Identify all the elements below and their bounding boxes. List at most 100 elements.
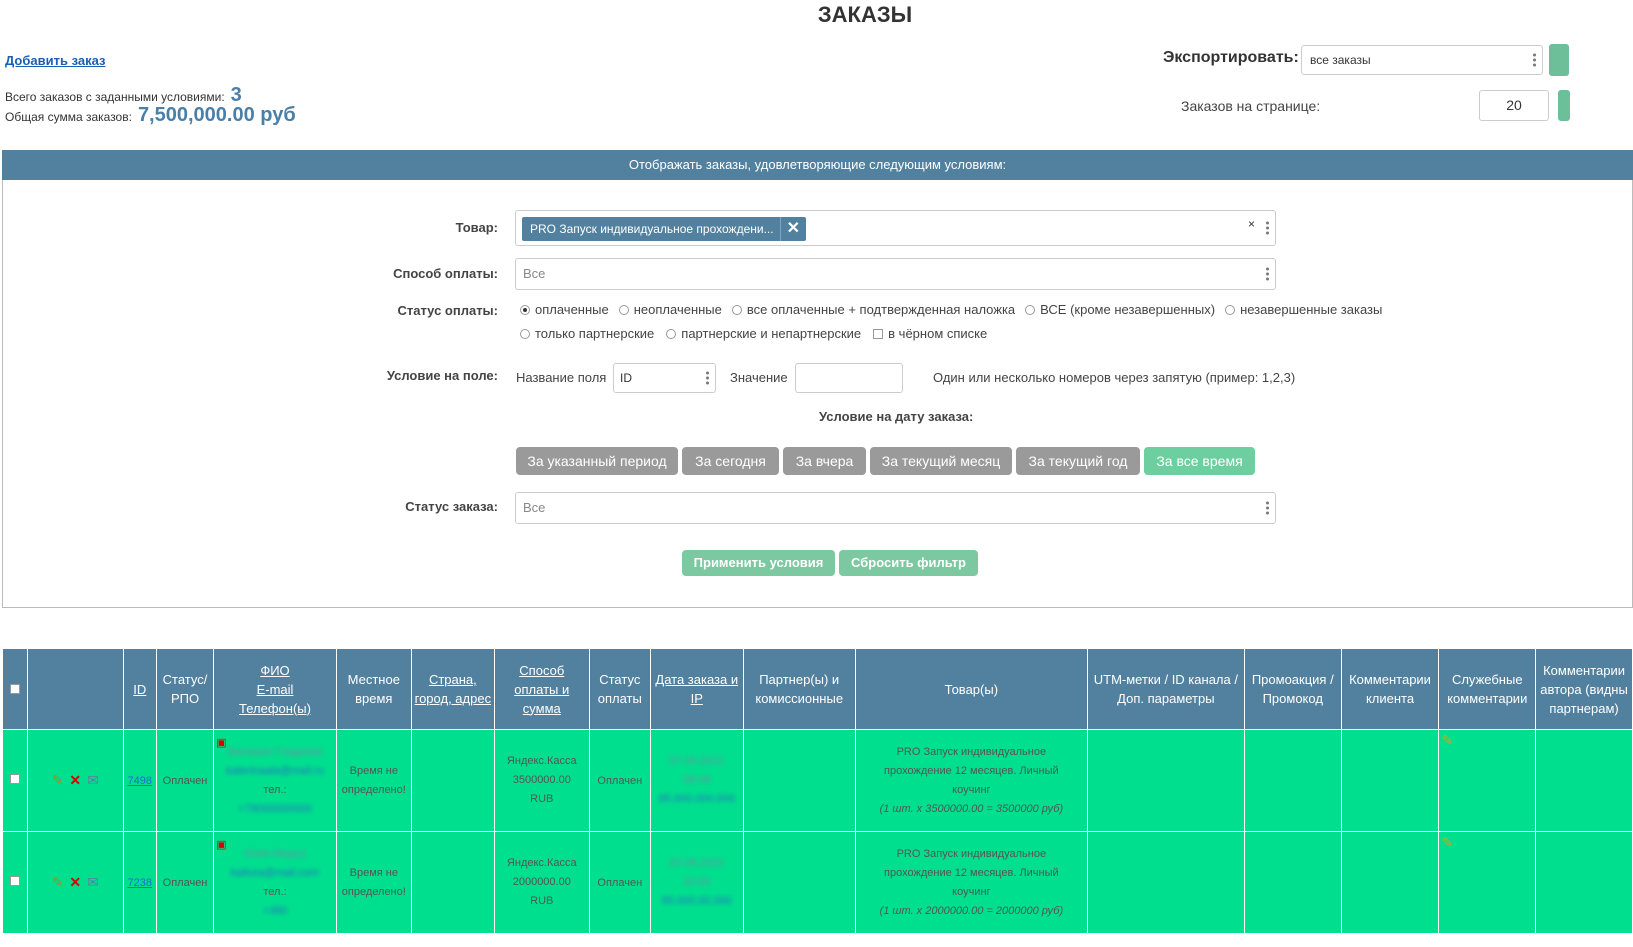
edit-pencil-icon[interactable]: ✎ [52, 772, 64, 789]
radio-unpaid[interactable]: неоплаченные [618, 302, 722, 317]
client-email-link[interactable]: kaltura@mail.com [216, 864, 334, 883]
blacklist-checkbox[interactable]: в чёрном списке [873, 326, 987, 341]
date-month-button[interactable]: За текущий месяц [870, 447, 1012, 475]
sort-country-link[interactable]: Страна, город, адрес [415, 672, 491, 706]
delete-icon[interactable]: ✕ [69, 874, 81, 891]
sort-email-link[interactable]: E-mail [257, 682, 294, 697]
row-utm-cell [1086, 831, 1245, 934]
product-select[interactable]: PRO Запуск индивидуальное прохождени... … [515, 210, 1276, 246]
radio-button[interactable] [1225, 304, 1236, 315]
orders-sum-label: Общая сумма заказов: [5, 110, 132, 124]
sort-fio-link[interactable]: ФИО [260, 663, 289, 678]
per-page-apply-button[interactable] [1558, 90, 1570, 121]
row-pay-status-cell: Оплачен [588, 729, 651, 832]
date-today-button[interactable]: За сегодня [682, 447, 779, 475]
radio-button[interactable] [618, 304, 629, 315]
date-period-button[interactable]: За указанный период [516, 447, 678, 475]
radio-partner-only[interactable]: только партнерские [520, 326, 654, 341]
row-partner-cell [742, 729, 856, 832]
order-ip-link[interactable]: 95.000.000.000 [653, 790, 741, 809]
radio-button[interactable] [666, 328, 677, 339]
order-id-link[interactable]: 7498 [128, 775, 152, 787]
row-date-cell: 07.09.2021 08:08 95.000.000.000 [649, 729, 744, 832]
export-select[interactable]: все заказы [1301, 45, 1543, 75]
delete-icon[interactable]: ✕ [69, 772, 81, 789]
apply-conditions-button[interactable]: Применить условия [682, 550, 835, 576]
radio-unfinished[interactable]: незавершенные заказы [1225, 302, 1382, 317]
client-phone[interactable]: +79000000000 [216, 800, 334, 819]
payment-header[interactable]: Способ оплаты и сумма [493, 648, 590, 730]
order-date: 20.08.2021 [669, 857, 725, 869]
radio-partner-and-non[interactable]: партнерские и непартнерские [666, 326, 861, 341]
select-arrow-icon [1533, 53, 1536, 67]
row-promo-cell [1243, 831, 1342, 934]
row-pay-status-cell: Оплачен [588, 831, 651, 934]
payment-method-select[interactable]: Все [515, 258, 1276, 290]
sort-date-link[interactable]: Дата заказа и IP [655, 672, 738, 706]
reset-filter-button[interactable]: Сбросить фильтр [839, 550, 978, 576]
date-header[interactable]: Дата заказа и IP [649, 648, 744, 730]
goods-name: PRO Запуск индивидуальное прохождение 12… [884, 745, 1059, 796]
payment-currency: RUB [530, 793, 554, 805]
payment-method-label: Способ оплаты: [393, 266, 498, 281]
row-checkbox[interactable] [9, 774, 20, 784]
radio-label: только партнерские [535, 326, 655, 341]
table-row: ✎ ✕ ✉ 7238 Оплачен ▣ Юлія Мороз kaltura@ma… [2, 831, 1633, 934]
client-email-link[interactable]: katerinaala@mail.ru [216, 762, 334, 781]
radio-all-except-unfinished[interactable]: ВСЕ (кроме незавершенных) [1025, 302, 1215, 317]
note-icon[interactable]: ✎ [1441, 834, 1453, 850]
export-button[interactable] [1549, 44, 1569, 76]
client-phone[interactable]: +380 [216, 902, 334, 921]
row-service-comments-cell: ✎ [1438, 729, 1537, 832]
value-input[interactable] [795, 363, 903, 393]
partner-header: Партнер(ы) и комиссионные [742, 648, 856, 730]
export-select-value: все заказы [1310, 53, 1371, 67]
country-header[interactable]: Страна, город, адрес [410, 648, 495, 730]
row-id-cell: 7238 [122, 831, 157, 934]
note-icon[interactable]: ✎ [1441, 732, 1453, 748]
order-id-link[interactable]: 7238 [128, 877, 152, 889]
radio-button[interactable] [520, 328, 530, 339]
author-comments-header: Комментарии автора (видны партнерам) [1535, 648, 1633, 730]
per-page-input[interactable]: 20 [1479, 90, 1549, 121]
order-ip-link[interactable]: 95.000.00.000 [653, 892, 741, 911]
date-all-time-button[interactable]: За все время [1144, 447, 1255, 475]
table-header-row: ID Статус/ РПО ФИО E-mail Телефон(ы) Местн… [2, 648, 1633, 730]
field-name-select[interactable]: ID [613, 363, 716, 393]
date-year-button[interactable]: За текущий год [1016, 447, 1140, 475]
radio-button[interactable] [1025, 304, 1036, 315]
row-payment-cell: Яндекс.Касса 2000000.00 RUB [493, 831, 590, 934]
row-payment-cell: Яндекс.Касса 3500000.00 RUB [493, 729, 590, 832]
sort-id-link[interactable]: ID [133, 682, 146, 697]
row-actions-cell: ✎ ✕ ✉ [26, 831, 124, 934]
row-checkbox[interactable] [9, 876, 20, 886]
row-client-comments-cell [1340, 729, 1440, 832]
send-mail-icon[interactable]: ✉ [87, 772, 99, 789]
radio-all-paid-cod[interactable]: все оплаченные + подтвержденная наложка [731, 302, 1015, 317]
fio-header[interactable]: ФИО E-mail Телефон(ы) [213, 648, 337, 730]
radio-button[interactable] [731, 304, 742, 315]
payment-method: Яндекс.Касса [506, 857, 577, 869]
send-mail-icon[interactable]: ✉ [87, 874, 99, 891]
date-yesterday-button[interactable]: За вчера [783, 447, 866, 475]
row-status-cell: Оплачен [155, 831, 215, 934]
radio-paid[interactable]: оплаченные [520, 302, 609, 317]
clear-icon[interactable]: × [1248, 217, 1255, 231]
radio-label: незавершенные заказы [1240, 302, 1383, 317]
payment-sum: 2000000.00 [512, 876, 571, 888]
sort-phone-link[interactable]: Телефон(ы) [239, 701, 311, 716]
id-header[interactable]: ID [122, 648, 157, 730]
edit-pencil-icon[interactable]: ✎ [52, 874, 64, 891]
field-condition-label: Условие на поле: [386, 368, 498, 383]
row-partner-cell [742, 831, 856, 934]
radio-button[interactable] [520, 304, 530, 315]
checkbox[interactable] [873, 328, 884, 339]
row-service-comments-cell: ✎ [1438, 831, 1537, 934]
add-order-link[interactable]: Добавить заказ [5, 53, 105, 68]
select-all-checkbox[interactable] [9, 683, 20, 694]
order-status-select[interactable]: Все [515, 492, 1276, 524]
payment-sum: 3500000.00 [512, 774, 571, 786]
sort-payment-link[interactable]: Способ оплаты и сумма [514, 663, 569, 716]
tag-remove-icon[interactable]: ✕ [779, 217, 806, 241]
goods-calc: (1 шт. x 3500000.00 = 3500000 руб) [879, 802, 1064, 815]
